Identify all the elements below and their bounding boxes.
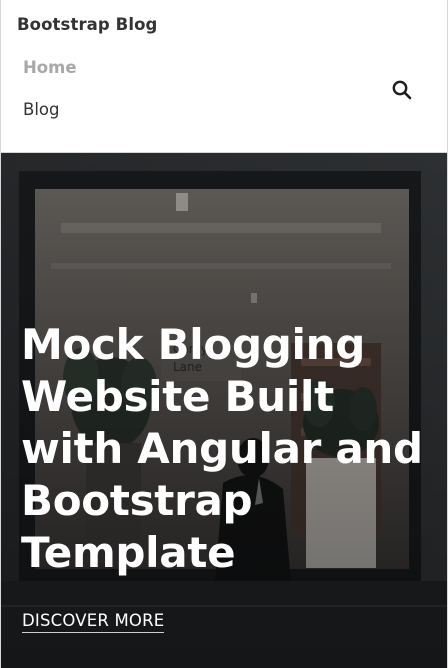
discover-more-link[interactable]: DISCOVER MORE (22, 611, 165, 633)
nav-link-blog[interactable]: Blog (23, 100, 59, 119)
hero-title: Mock Blogging Website Built with Angular… (21, 320, 423, 577)
page: Bootstrap Blog Home Blog Mock Blogging W… (0, 0, 448, 668)
search-icon (392, 80, 412, 100)
nav-link-home[interactable]: Home (23, 58, 77, 77)
search-button[interactable] (390, 78, 414, 102)
brand-link[interactable]: Bootstrap Blog (17, 15, 157, 34)
navbar: Bootstrap Blog Home Blog (1, 0, 447, 153)
hero-section: Carey Lane Mock Blogging Website Built w… (1, 153, 447, 668)
